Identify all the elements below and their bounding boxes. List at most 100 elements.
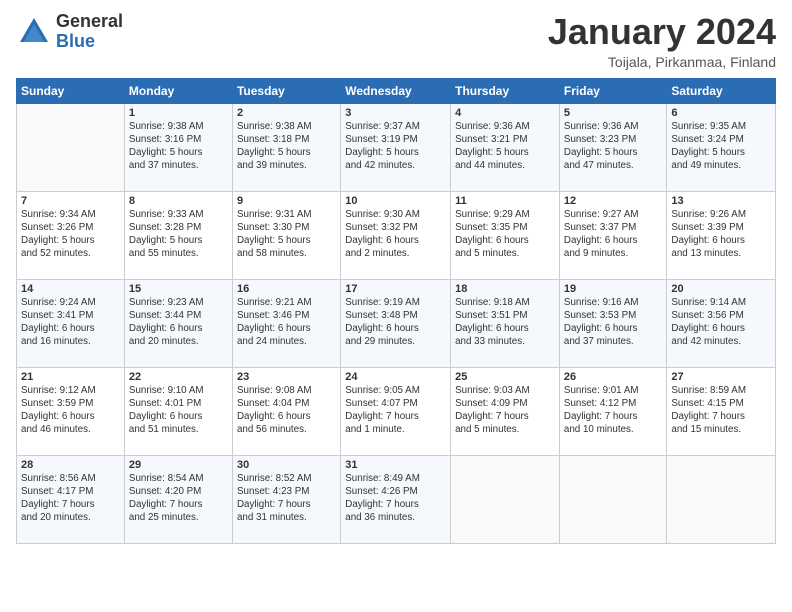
calendar-cell: 11Sunrise: 9:29 AMSunset: 3:35 PMDayligh…	[451, 191, 560, 279]
calendar-cell: 6Sunrise: 9:35 AMSunset: 3:24 PMDaylight…	[667, 103, 776, 191]
day-info: Sunrise: 8:59 AMSunset: 4:15 PMDaylight:…	[671, 384, 771, 437]
day-info: Sunrise: 9:01 AMSunset: 4:12 PMDaylight:…	[564, 384, 662, 437]
day-info: Sunrise: 9:38 AMSunset: 3:18 PMDaylight:…	[237, 120, 336, 173]
page: General Blue January 2024 Toijala, Pirka…	[0, 0, 792, 612]
week-row-1: 1Sunrise: 9:38 AMSunset: 3:16 PMDaylight…	[17, 103, 776, 191]
week-row-4: 21Sunrise: 9:12 AMSunset: 3:59 PMDayligh…	[17, 367, 776, 455]
day-number: 21	[21, 371, 120, 383]
calendar-cell	[559, 455, 666, 543]
calendar-cell: 8Sunrise: 9:33 AMSunset: 3:28 PMDaylight…	[124, 191, 232, 279]
logo-general-text: General	[56, 12, 123, 32]
calendar-table: Sunday Monday Tuesday Wednesday Thursday…	[16, 78, 776, 544]
col-tuesday: Tuesday	[232, 78, 340, 103]
calendar-cell: 2Sunrise: 9:38 AMSunset: 3:18 PMDaylight…	[232, 103, 340, 191]
day-info: Sunrise: 9:23 AMSunset: 3:44 PMDaylight:…	[129, 296, 228, 349]
day-number: 16	[237, 283, 336, 295]
day-number: 26	[564, 371, 662, 383]
day-number: 27	[671, 371, 771, 383]
day-number: 24	[345, 371, 446, 383]
day-number: 29	[129, 459, 228, 471]
calendar-cell: 3Sunrise: 9:37 AMSunset: 3:19 PMDaylight…	[341, 103, 451, 191]
day-info: Sunrise: 9:26 AMSunset: 3:39 PMDaylight:…	[671, 208, 771, 261]
day-number: 18	[455, 283, 555, 295]
day-info: Sunrise: 8:49 AMSunset: 4:26 PMDaylight:…	[345, 472, 446, 525]
calendar-cell: 7Sunrise: 9:34 AMSunset: 3:26 PMDaylight…	[17, 191, 125, 279]
day-info: Sunrise: 9:37 AMSunset: 3:19 PMDaylight:…	[345, 120, 446, 173]
header-row: Sunday Monday Tuesday Wednesday Thursday…	[17, 78, 776, 103]
day-number: 11	[455, 195, 555, 207]
day-info: Sunrise: 9:16 AMSunset: 3:53 PMDaylight:…	[564, 296, 662, 349]
day-number: 9	[237, 195, 336, 207]
day-info: Sunrise: 9:05 AMSunset: 4:07 PMDaylight:…	[345, 384, 446, 437]
calendar-cell: 23Sunrise: 9:08 AMSunset: 4:04 PMDayligh…	[232, 367, 340, 455]
subtitle: Toijala, Pirkanmaa, Finland	[548, 54, 776, 70]
calendar-cell	[451, 455, 560, 543]
calendar-header: Sunday Monday Tuesday Wednesday Thursday…	[17, 78, 776, 103]
day-info: Sunrise: 9:35 AMSunset: 3:24 PMDaylight:…	[671, 120, 771, 173]
logo-icon	[16, 14, 52, 50]
day-number: 3	[345, 107, 446, 119]
col-thursday: Thursday	[451, 78, 560, 103]
calendar-cell: 27Sunrise: 8:59 AMSunset: 4:15 PMDayligh…	[667, 367, 776, 455]
calendar-cell: 15Sunrise: 9:23 AMSunset: 3:44 PMDayligh…	[124, 279, 232, 367]
calendar-cell: 22Sunrise: 9:10 AMSunset: 4:01 PMDayligh…	[124, 367, 232, 455]
calendar-cell: 14Sunrise: 9:24 AMSunset: 3:41 PMDayligh…	[17, 279, 125, 367]
day-info: Sunrise: 9:38 AMSunset: 3:16 PMDaylight:…	[129, 120, 228, 173]
calendar-cell: 31Sunrise: 8:49 AMSunset: 4:26 PMDayligh…	[341, 455, 451, 543]
week-row-3: 14Sunrise: 9:24 AMSunset: 3:41 PMDayligh…	[17, 279, 776, 367]
day-info: Sunrise: 8:52 AMSunset: 4:23 PMDaylight:…	[237, 472, 336, 525]
day-info: Sunrise: 8:54 AMSunset: 4:20 PMDaylight:…	[129, 472, 228, 525]
day-number: 28	[21, 459, 120, 471]
day-number: 4	[455, 107, 555, 119]
day-info: Sunrise: 9:31 AMSunset: 3:30 PMDaylight:…	[237, 208, 336, 261]
day-number: 20	[671, 283, 771, 295]
day-number: 14	[21, 283, 120, 295]
day-info: Sunrise: 9:21 AMSunset: 3:46 PMDaylight:…	[237, 296, 336, 349]
day-number: 15	[129, 283, 228, 295]
calendar-cell: 16Sunrise: 9:21 AMSunset: 3:46 PMDayligh…	[232, 279, 340, 367]
day-info: Sunrise: 9:34 AMSunset: 3:26 PMDaylight:…	[21, 208, 120, 261]
calendar-cell: 21Sunrise: 9:12 AMSunset: 3:59 PMDayligh…	[17, 367, 125, 455]
day-info: Sunrise: 9:14 AMSunset: 3:56 PMDaylight:…	[671, 296, 771, 349]
day-number: 12	[564, 195, 662, 207]
main-title: January 2024	[548, 12, 776, 52]
day-number: 6	[671, 107, 771, 119]
day-info: Sunrise: 9:03 AMSunset: 4:09 PMDaylight:…	[455, 384, 555, 437]
calendar-cell: 9Sunrise: 9:31 AMSunset: 3:30 PMDaylight…	[232, 191, 340, 279]
col-monday: Monday	[124, 78, 232, 103]
day-info: Sunrise: 9:29 AMSunset: 3:35 PMDaylight:…	[455, 208, 555, 261]
day-info: Sunrise: 9:24 AMSunset: 3:41 PMDaylight:…	[21, 296, 120, 349]
day-number: 1	[129, 107, 228, 119]
calendar-cell: 20Sunrise: 9:14 AMSunset: 3:56 PMDayligh…	[667, 279, 776, 367]
logo-blue-text: Blue	[56, 32, 123, 52]
calendar-cell: 13Sunrise: 9:26 AMSunset: 3:39 PMDayligh…	[667, 191, 776, 279]
day-number: 30	[237, 459, 336, 471]
week-row-5: 28Sunrise: 8:56 AMSunset: 4:17 PMDayligh…	[17, 455, 776, 543]
calendar-cell: 24Sunrise: 9:05 AMSunset: 4:07 PMDayligh…	[341, 367, 451, 455]
day-number: 13	[671, 195, 771, 207]
day-info: Sunrise: 8:56 AMSunset: 4:17 PMDaylight:…	[21, 472, 120, 525]
day-number: 17	[345, 283, 446, 295]
day-number: 31	[345, 459, 446, 471]
calendar-cell: 29Sunrise: 8:54 AMSunset: 4:20 PMDayligh…	[124, 455, 232, 543]
day-info: Sunrise: 9:08 AMSunset: 4:04 PMDaylight:…	[237, 384, 336, 437]
day-info: Sunrise: 9:30 AMSunset: 3:32 PMDaylight:…	[345, 208, 446, 261]
day-info: Sunrise: 9:18 AMSunset: 3:51 PMDaylight:…	[455, 296, 555, 349]
day-number: 23	[237, 371, 336, 383]
calendar-body: 1Sunrise: 9:38 AMSunset: 3:16 PMDaylight…	[17, 103, 776, 543]
calendar-cell: 26Sunrise: 9:01 AMSunset: 4:12 PMDayligh…	[559, 367, 666, 455]
header: General Blue January 2024 Toijala, Pirka…	[16, 12, 776, 70]
logo-text: General Blue	[56, 12, 123, 52]
calendar-cell: 12Sunrise: 9:27 AMSunset: 3:37 PMDayligh…	[559, 191, 666, 279]
day-info: Sunrise: 9:19 AMSunset: 3:48 PMDaylight:…	[345, 296, 446, 349]
col-sunday: Sunday	[17, 78, 125, 103]
day-number: 25	[455, 371, 555, 383]
calendar-cell: 28Sunrise: 8:56 AMSunset: 4:17 PMDayligh…	[17, 455, 125, 543]
day-info: Sunrise: 9:10 AMSunset: 4:01 PMDaylight:…	[129, 384, 228, 437]
day-number: 7	[21, 195, 120, 207]
day-number: 22	[129, 371, 228, 383]
day-number: 8	[129, 195, 228, 207]
col-friday: Friday	[559, 78, 666, 103]
day-info: Sunrise: 9:12 AMSunset: 3:59 PMDaylight:…	[21, 384, 120, 437]
calendar-cell: 17Sunrise: 9:19 AMSunset: 3:48 PMDayligh…	[341, 279, 451, 367]
